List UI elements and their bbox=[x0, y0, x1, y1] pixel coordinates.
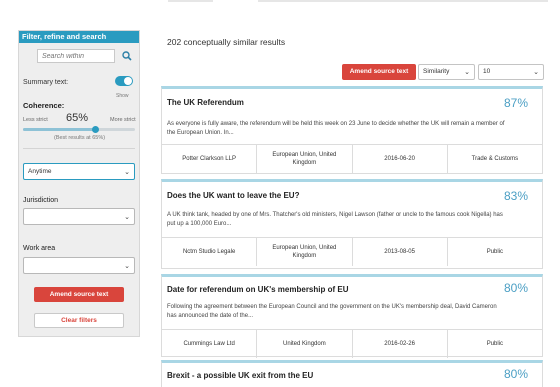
sidebar-amend-source-button[interactable]: Amend source text bbox=[34, 287, 124, 302]
similarity-score: 87% bbox=[503, 96, 528, 110]
chevron-down-icon: ⌄ bbox=[124, 169, 130, 176]
sidebar-header: Filter, refine and search bbox=[19, 31, 139, 43]
results-count: 202 conceptually similar results bbox=[167, 37, 286, 47]
meta-jurisdiction: European Union, United Kingdom bbox=[257, 238, 353, 266]
meta-date: 2016-06-20 bbox=[353, 145, 448, 173]
summary-toggle[interactable] bbox=[115, 76, 133, 86]
chevron-down-icon: ⌄ bbox=[533, 69, 539, 76]
coherence-value: 65% bbox=[66, 112, 89, 124]
results-per-page-value: 10 bbox=[483, 68, 491, 75]
similarity-score: 83% bbox=[503, 189, 528, 203]
less-strict-label: Less strict bbox=[23, 117, 48, 123]
result-title[interactable]: The UK Referendum bbox=[167, 98, 244, 107]
meta-jurisdiction: European Union, United Kingdom bbox=[257, 145, 353, 173]
results-per-page-select[interactable]: 10 ⌄ bbox=[478, 64, 544, 80]
meta-work-area: Trade & Customs bbox=[471, 156, 519, 162]
chevron-down-icon: ⌄ bbox=[124, 263, 130, 270]
result-meta-row: Nctm Studio Legale European Union, Unite… bbox=[162, 237, 542, 266]
chevron-down-icon: ⌄ bbox=[464, 69, 470, 76]
meta-work-area: Public bbox=[486, 249, 504, 255]
divider bbox=[23, 148, 135, 149]
tab-divider bbox=[168, 0, 213, 2]
tab-divider bbox=[258, 0, 548, 2]
summary-text-label: Summary text: bbox=[23, 79, 69, 86]
meta-firm: Nctm Studio Legale bbox=[162, 238, 258, 266]
jurisdiction-select[interactable]: ⌄ bbox=[23, 208, 135, 225]
slider-fill bbox=[23, 128, 96, 131]
sort-select[interactable]: Similarity ⌄ bbox=[418, 64, 475, 80]
meta-work-area: Public bbox=[486, 341, 504, 347]
sort-select-value: Similarity bbox=[423, 68, 450, 75]
result-card: Does the UK want to leave the EU? 83% A … bbox=[161, 179, 543, 269]
meta-firm: Potter Clarkson LLP bbox=[162, 145, 258, 173]
result-card: Date for referendum on UK's membership o… bbox=[161, 274, 543, 358]
coherence-slider[interactable] bbox=[23, 126, 135, 133]
search-input[interactable] bbox=[37, 49, 115, 63]
work-area-label: Work area bbox=[23, 245, 56, 252]
filter-sidebar: Filter, refine and search Summary text: … bbox=[18, 30, 140, 337]
best-results-hint: (Best results at 65%) bbox=[54, 135, 106, 141]
date-select-value: Anytime bbox=[28, 168, 52, 175]
jurisdiction-label: Jurisdiction bbox=[23, 197, 59, 204]
meta-date: 2016-02-26 bbox=[353, 330, 448, 358]
result-snippet: As everyone is fully aware, the referend… bbox=[167, 121, 505, 136]
similarity-score: 80% bbox=[503, 367, 528, 381]
toggle-knob bbox=[124, 77, 132, 85]
chevron-down-icon: ⌄ bbox=[124, 214, 130, 221]
search-icon[interactable] bbox=[122, 51, 132, 61]
result-title[interactable]: Date for referendum on UK's membership o… bbox=[167, 285, 349, 294]
result-snippet: Following the agreement between the Euro… bbox=[167, 304, 497, 319]
result-card: Brexit - a possible UK exit from the EU … bbox=[161, 360, 543, 387]
meta-jurisdiction: United Kingdom bbox=[257, 330, 353, 358]
work-area-select[interactable]: ⌄ bbox=[23, 257, 135, 274]
meta-firm: Cummings Law Ltd bbox=[162, 330, 258, 358]
amend-source-button[interactable]: Amend source text bbox=[342, 64, 416, 80]
slider-handle[interactable] bbox=[92, 126, 100, 133]
similarity-score: 80% bbox=[503, 281, 528, 295]
meta-date: 2013-08-05 bbox=[353, 238, 448, 266]
summary-toggle-label: Show bbox=[116, 93, 129, 99]
clear-filters-button[interactable]: Clear filters bbox=[34, 313, 124, 328]
result-card: The UK Referendum 87% As everyone is ful… bbox=[161, 86, 543, 174]
top-strip bbox=[0, 0, 560, 4]
result-title[interactable]: Brexit - a possible UK exit from the EU bbox=[167, 371, 313, 380]
result-snippet: A UK think tank, headed by one of Mrs. T… bbox=[167, 212, 503, 227]
date-select[interactable]: Anytime ⌄ bbox=[23, 163, 135, 180]
result-meta-row: Cummings Law Ltd United Kingdom 2016-02-… bbox=[162, 329, 542, 358]
result-title[interactable]: Does the UK want to leave the EU? bbox=[167, 191, 299, 200]
more-strict-label: More strict bbox=[110, 117, 136, 123]
result-meta-row: Potter Clarkson LLP European Union, Unit… bbox=[162, 144, 542, 173]
coherence-label: Coherence: bbox=[23, 101, 65, 110]
